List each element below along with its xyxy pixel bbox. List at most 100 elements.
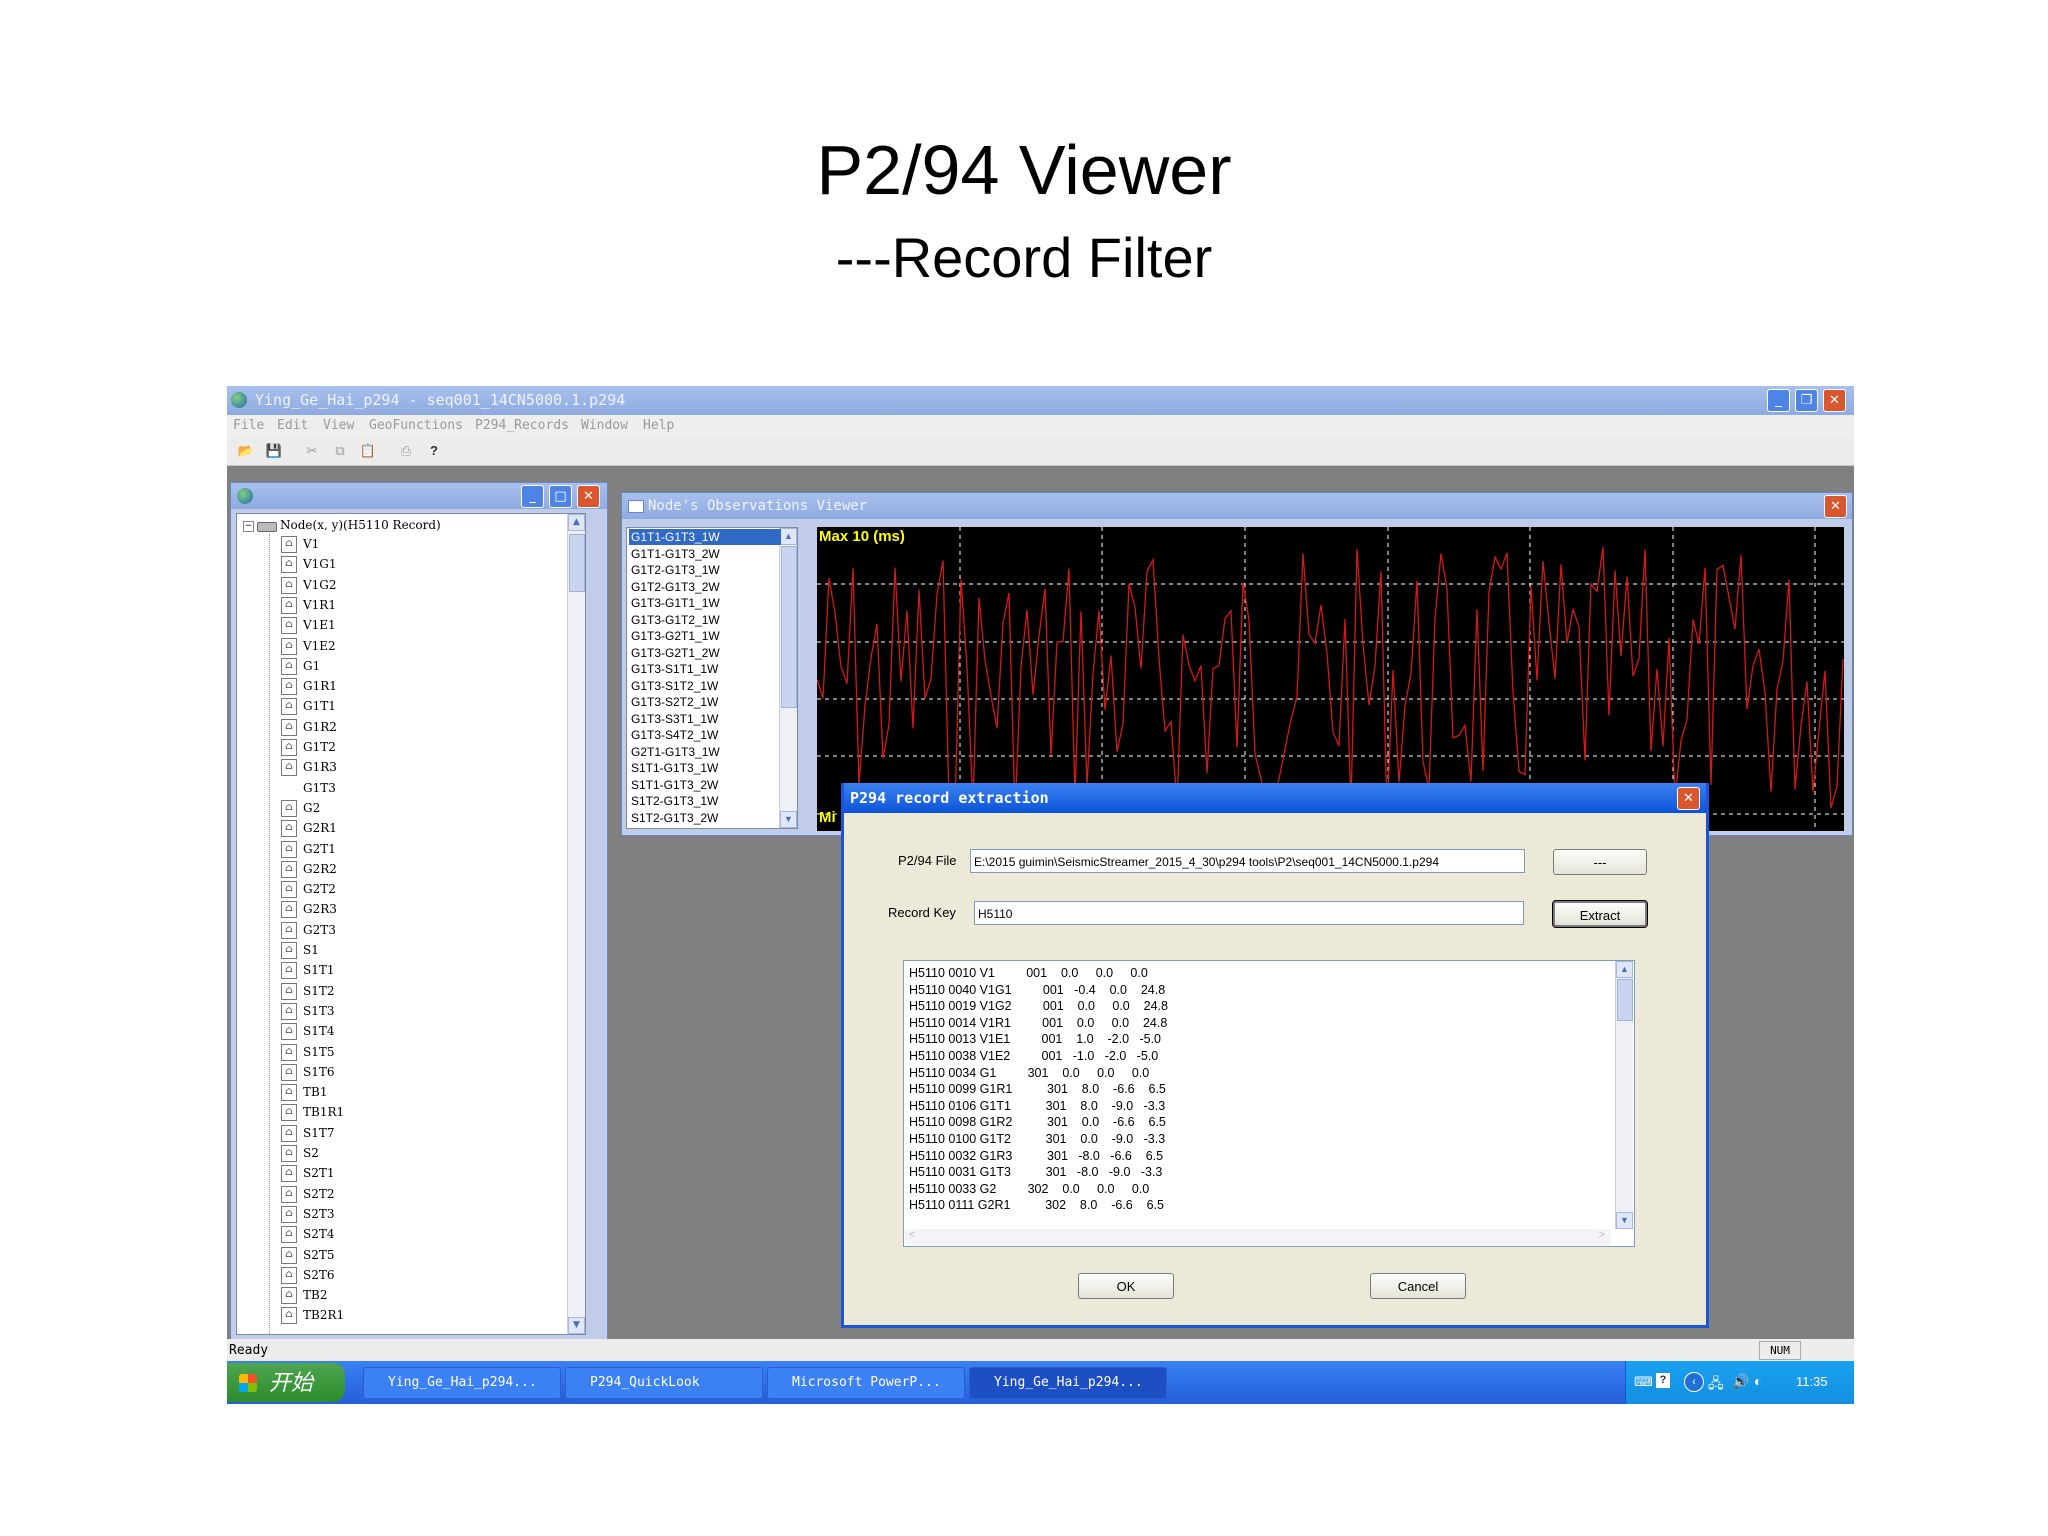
observation-item[interactable]: G1T3-S3T1_1W bbox=[629, 711, 781, 727]
observation-item[interactable]: G2T1-G1T3_1W bbox=[629, 744, 781, 760]
task-ying-ge-hai-2[interactable]: Ying_Ge_Hai_p294... bbox=[969, 1367, 1167, 1399]
extracted-records-list[interactable]: ▲ ▼ < > H5110 0010 V1 001 0.0 0.0 0.0 H51… bbox=[903, 960, 1635, 1247]
observations-close-button[interactable]: ✕ bbox=[1824, 495, 1847, 518]
observation-item[interactable]: G1T3-S2T2_1W bbox=[629, 694, 781, 710]
observation-item[interactable]: G1T3-S4T2_1W bbox=[629, 727, 781, 743]
file-path-field[interactable]: E:\2015 guimin\SeismicStreamer_2015_4_30… bbox=[970, 849, 1525, 873]
browse-button[interactable]: --- bbox=[1553, 849, 1647, 875]
scroll-up-icon[interactable]: ▲ bbox=[1616, 961, 1633, 978]
record-row[interactable]: H5110 0013 V1E1 001 1.0 -2.0 -5.0 bbox=[909, 1031, 1161, 1048]
node-icon: ⌂ bbox=[281, 759, 297, 777]
tray-expand-icon[interactable]: ‹ bbox=[1684, 1372, 1704, 1392]
tree-close-button[interactable]: ✕ bbox=[577, 485, 600, 508]
start-button[interactable]: 开始 bbox=[227, 1363, 345, 1402]
task-powerpoint[interactable]: Microsoft PowerP... bbox=[767, 1367, 965, 1399]
tree-item-label: G2R2 bbox=[303, 861, 337, 876]
record-row[interactable]: H5110 0034 G1 301 0.0 0.0 0.0 bbox=[909, 1065, 1149, 1082]
record-row[interactable]: H5110 0106 G1T1 301 8.0 -9.0 -3.3 bbox=[909, 1098, 1165, 1115]
observation-item[interactable]: G1T3-G1T2_1W bbox=[629, 612, 781, 628]
extract-button[interactable]: Extract bbox=[1552, 900, 1648, 928]
open-icon[interactable]: 📂 bbox=[237, 442, 255, 459]
record-row[interactable]: H5110 0032 G1R3 301 -8.0 -6.6 6.5 bbox=[909, 1148, 1163, 1165]
observation-item[interactable]: G1T3-G2T1_1W bbox=[629, 628, 781, 644]
keyboard-icon[interactable]: ⌨ bbox=[1634, 1374, 1653, 1390]
record-row[interactable]: H5110 0040 V1G1 001 -0.4 0.0 24.8 bbox=[909, 982, 1165, 999]
globe-tray-icon[interactable]: ◐ bbox=[1754, 1373, 1762, 1389]
tree-item-label: G2R3 bbox=[303, 902, 337, 917]
record-row[interactable]: H5110 0014 V1R1 001 0.0 0.0 24.8 bbox=[909, 1015, 1167, 1032]
record-row[interactable]: H5110 0098 G1R2 301 0.0 -6.6 6.5 bbox=[909, 1114, 1166, 1131]
scroll-thumb[interactable] bbox=[569, 534, 585, 592]
records-vscrollbar[interactable]: ▲ ▼ bbox=[1615, 961, 1633, 1229]
menu-p294-records[interactable]: P294_Records bbox=[475, 418, 569, 433]
observation-item[interactable]: G1T2-G1T3_1W bbox=[629, 562, 781, 578]
observation-item[interactable]: G1T3-G2T1_2W bbox=[629, 645, 781, 661]
menu-file[interactable]: File bbox=[233, 418, 264, 433]
record-row[interactable]: H5110 0031 G1T3 301 -8.0 -9.0 -3.3 bbox=[909, 1164, 1162, 1181]
scroll-down-icon[interactable]: ▼ bbox=[1616, 1212, 1633, 1229]
close-button[interactable]: ✕ bbox=[1823, 389, 1846, 412]
ok-button[interactable]: OK bbox=[1078, 1273, 1174, 1299]
menu-view[interactable]: View bbox=[323, 418, 354, 433]
node-icon: ⌂ bbox=[281, 901, 297, 919]
observation-item[interactable]: G1T3-G1T1_1W bbox=[629, 595, 781, 611]
menu-help[interactable]: Help bbox=[643, 418, 674, 433]
record-row[interactable]: H5110 0019 V1G2 001 0.0 0.0 24.8 bbox=[909, 998, 1168, 1015]
menu-edit[interactable]: Edit bbox=[277, 418, 308, 433]
observation-item[interactable]: S1T2-G1T3_1W bbox=[629, 793, 781, 809]
scroll-up-icon[interactable]: ▲ bbox=[780, 528, 797, 545]
observation-item[interactable]: S1T2-G1T3_2W bbox=[629, 810, 781, 826]
help-icon[interactable]: ? bbox=[425, 442, 443, 459]
observation-item[interactable]: G1T1-G1T3_1W bbox=[629, 529, 781, 545]
observation-item[interactable]: G1T3-S1T2_1W bbox=[629, 678, 781, 694]
volume-icon[interactable]: 🔊 bbox=[1732, 1373, 1749, 1390]
observation-item[interactable]: S1T1-G1T3_1W bbox=[629, 760, 781, 776]
observation-item[interactable]: G1T1-G1T3_2W bbox=[629, 546, 781, 562]
restore-button[interactable]: ❐ bbox=[1795, 389, 1818, 412]
scroll-right-icon[interactable]: > bbox=[1599, 1229, 1605, 1241]
scroll-down-icon[interactable]: ▼ bbox=[568, 1317, 585, 1334]
record-row[interactable]: H5110 0010 V1 001 0.0 0.0 0.0 bbox=[909, 965, 1148, 982]
copy-icon[interactable]: ⧉ bbox=[331, 442, 349, 459]
observation-item[interactable]: G1T3-S1T1_1W bbox=[629, 661, 781, 677]
observations-list[interactable]: ▲ ▼ G1T1-G1T3_1W G1T1-G1T3_2W G1T2-G1T3_1W… bbox=[626, 527, 798, 829]
scroll-left-icon[interactable]: < bbox=[909, 1229, 915, 1241]
cancel-button[interactable]: Cancel bbox=[1370, 1273, 1466, 1299]
print-icon[interactable]: ⎙ bbox=[397, 442, 415, 459]
tree-item-label: S1T7 bbox=[303, 1125, 335, 1140]
save-icon[interactable]: 💾 bbox=[265, 442, 283, 459]
observations-scrollbar[interactable]: ▲ ▼ bbox=[779, 528, 797, 828]
scroll-thumb[interactable] bbox=[781, 546, 797, 708]
task-p294-quicklook[interactable]: P294_QuickLook bbox=[565, 1367, 763, 1399]
record-row[interactable]: H5110 0099 G1R1 301 8.0 -6.6 6.5 bbox=[909, 1081, 1166, 1098]
node-icon: ⌂ bbox=[281, 799, 297, 817]
record-row[interactable]: H5110 0111 G2R1 302 8.0 -6.6 6.5 bbox=[909, 1197, 1164, 1214]
record-key-input[interactable]: H5110 bbox=[974, 901, 1524, 925]
collapse-icon[interactable]: − bbox=[243, 521, 254, 532]
tree-scrollbar[interactable]: ▲ ▼ bbox=[567, 514, 585, 1334]
network-icon[interactable]: 🖧 bbox=[1708, 1373, 1724, 1397]
dialog-close-button[interactable]: ✕ bbox=[1677, 787, 1700, 810]
menu-geofunctions[interactable]: GeoFunctions bbox=[369, 418, 463, 433]
node-icon: ⌂ bbox=[281, 678, 297, 696]
observation-item[interactable]: S1T1-G1T3_2W bbox=[629, 777, 781, 793]
records-hscrollbar[interactable]: < > bbox=[905, 1229, 1611, 1245]
tree-maximize-button[interactable]: □ bbox=[549, 485, 572, 508]
node-tree[interactable]: − Node(x, y)(H5110 Record) ▲ ▼ ⌂ V1 ⌂ V1G1 ⌂… bbox=[236, 513, 586, 1335]
help-tray-icon[interactable]: ? bbox=[1656, 1373, 1670, 1388]
tree-item-label: S1 bbox=[303, 943, 319, 957]
paste-icon[interactable]: 📋 bbox=[359, 442, 377, 459]
record-row[interactable]: H5110 0033 G2 302 0.0 0.0 0.0 bbox=[909, 1181, 1149, 1198]
menu-window[interactable]: Window bbox=[581, 418, 628, 433]
task-ying-ge-hai-1[interactable]: Ying_Ge_Hai_p294... bbox=[363, 1367, 561, 1399]
cut-icon[interactable]: ✂ bbox=[303, 442, 321, 459]
tree-minimize-button[interactable]: _ bbox=[521, 485, 544, 508]
scroll-thumb[interactable] bbox=[1617, 979, 1633, 1021]
scroll-down-icon[interactable]: ▼ bbox=[780, 811, 797, 828]
minimize-button[interactable]: _ bbox=[1767, 389, 1790, 412]
record-row[interactable]: H5110 0038 V1E2 001 -1.0 -2.0 -5.0 bbox=[909, 1048, 1158, 1065]
observation-item[interactable]: G1T2-G1T3_2W bbox=[629, 579, 781, 595]
observations-title-bar: Node's Observations Viewer ✕ bbox=[622, 493, 1852, 519]
record-row[interactable]: H5110 0100 G1T2 301 0.0 -9.0 -3.3 bbox=[909, 1131, 1165, 1148]
scroll-up-icon[interactable]: ▲ bbox=[568, 514, 585, 531]
